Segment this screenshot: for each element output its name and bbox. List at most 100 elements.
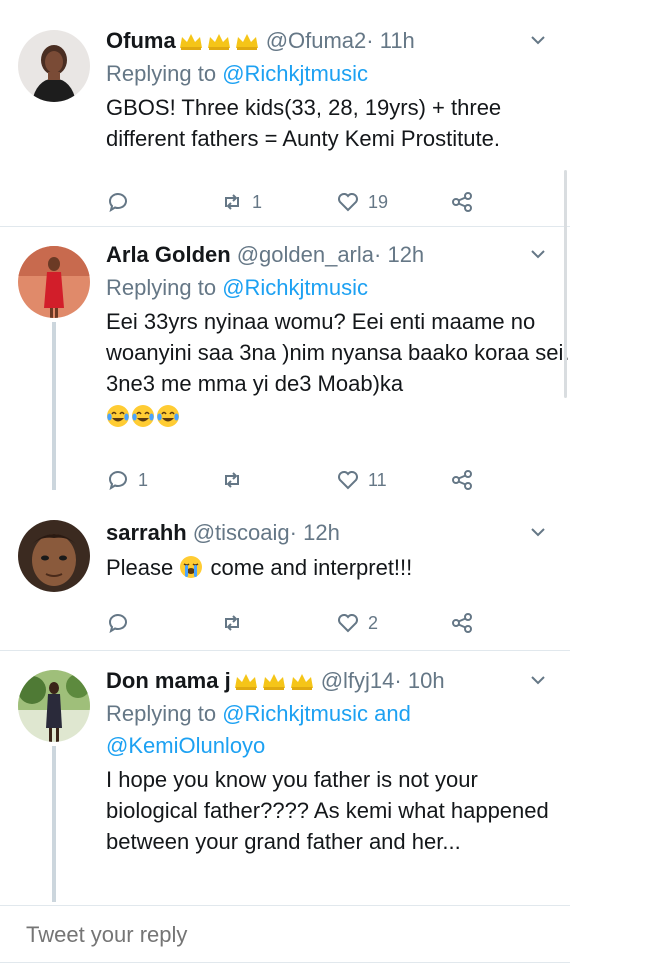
- tweet-actions: 2: [106, 608, 536, 638]
- heart-icon: [338, 471, 358, 490]
- mention-link[interactable]: @KemiOlunloyo: [106, 733, 265, 758]
- chevron-down-icon[interactable]: [526, 520, 550, 544]
- replying-to: Replying to @Richkjtmusic: [106, 58, 570, 90]
- replying-to: Replying to @Richkjtmusic and: [106, 698, 570, 730]
- tweet-content: Ofuma @Ofuma2 · 11h Replying to @Richkjt…: [106, 24, 570, 154]
- tweet-text-part: come and interpret!!!: [204, 555, 413, 580]
- tweet-header: Ofuma @Ofuma2 · 11h: [106, 24, 570, 58]
- divider: [0, 226, 570, 227]
- like-button[interactable]: 2: [336, 608, 378, 638]
- crown-icon: [262, 674, 285, 690]
- replying-prefix: Replying to: [106, 701, 223, 726]
- tweet-time[interactable]: · 10h: [394, 668, 444, 694]
- retweet-button[interactable]: [220, 465, 252, 495]
- tweet-text: Please come and interpret!!!: [106, 552, 570, 583]
- tweet-header: sarrahh @tiscoaig · 12h: [106, 516, 570, 550]
- tweet[interactable]: sarrahh @tiscoaig · 12h Please come and …: [0, 516, 570, 640]
- avatar[interactable]: [18, 246, 90, 318]
- badge-group: [178, 31, 260, 51]
- scroll-edge: [564, 170, 567, 398]
- tweet-header: Don mama j @lfyj14 · 10h: [106, 664, 570, 698]
- like-count: 11: [368, 469, 387, 490]
- like-button[interactable]: 11: [336, 465, 387, 495]
- display-name[interactable]: Don mama j: [106, 668, 231, 694]
- avatar[interactable]: [18, 30, 90, 102]
- reply-icon: [109, 614, 127, 634]
- retweet-button[interactable]: [220, 608, 252, 638]
- tweet-time[interactable]: · 12h: [290, 520, 340, 546]
- replying-and: and: [367, 701, 411, 726]
- mention-link[interactable]: @Richkjtmusic: [222, 701, 368, 726]
- crown-icon: [234, 674, 257, 690]
- retweet-button[interactable]: 1: [220, 187, 262, 217]
- tears-of-joy-emoji-icon: [107, 405, 129, 427]
- retweet-icon: [225, 615, 239, 631]
- chevron-down-icon[interactable]: [526, 668, 550, 692]
- tweet-text-part: Please: [106, 555, 180, 580]
- share-button[interactable]: [450, 608, 474, 638]
- loudly-crying-emoji-icon: [180, 556, 203, 578]
- emoji-row: [106, 401, 570, 432]
- tears-of-joy-emoji-icon: [157, 405, 179, 427]
- tweet[interactable]: Don mama j @lfyj14 · 10h Replying to @Ri…: [0, 664, 570, 904]
- crown-icon: [235, 34, 258, 50]
- tweet-text: Eei 33yrs nyinaa womu? Eei enti maame no…: [106, 309, 570, 396]
- tweet-content: Arla Golden @golden_arla · 12h Replying …: [106, 238, 570, 432]
- avatar[interactable]: [18, 520, 90, 592]
- tweet-actions: 1 11: [106, 465, 536, 495]
- display-name[interactable]: sarrahh: [106, 520, 187, 546]
- replying-to-2: @KemiOlunloyo: [106, 730, 570, 762]
- profile-photo-outdoor-icon: [18, 670, 90, 742]
- chevron-down-icon[interactable]: [526, 28, 550, 52]
- replying-to: Replying to @Richkjtmusic: [106, 272, 570, 304]
- display-name[interactable]: Arla Golden: [106, 242, 231, 268]
- mention-link[interactable]: @Richkjtmusic: [222, 61, 368, 86]
- tweet[interactable]: Ofuma @Ofuma2 · 11h Replying to @Richkjt…: [0, 24, 570, 224]
- user-handle[interactable]: @golden_arla: [237, 242, 374, 268]
- tears-of-joy-emoji-icon: [132, 405, 154, 427]
- reply-count: 1: [138, 469, 149, 490]
- tweet-text: I hope you know you father is not your b…: [106, 767, 549, 854]
- profile-photo-face-icon: [18, 520, 90, 592]
- heart-icon: [338, 193, 358, 212]
- user-handle[interactable]: @lfyj14: [321, 668, 395, 694]
- reply-icon: [109, 193, 127, 213]
- like-count: 19: [368, 191, 389, 212]
- avatar[interactable]: [18, 670, 90, 742]
- tweet-time[interactable]: · 12h: [374, 242, 424, 268]
- share-icon: [452, 192, 472, 212]
- crown-icon: [290, 674, 313, 690]
- mention-link[interactable]: @Richkjtmusic: [222, 275, 368, 300]
- reply-button[interactable]: 1: [106, 465, 148, 495]
- reply-button[interactable]: [106, 608, 138, 638]
- tweet-thread: Ofuma @Ofuma2 · 11h Replying to @Richkjt…: [0, 0, 650, 976]
- tweet-reply-input[interactable]: [26, 922, 526, 948]
- badge-group: [233, 671, 315, 691]
- side-margin: [570, 0, 650, 976]
- chevron-down-icon[interactable]: [526, 242, 550, 266]
- share-button[interactable]: [450, 465, 474, 495]
- share-icon: [452, 613, 472, 633]
- reply-button[interactable]: [106, 187, 138, 217]
- divider: [0, 650, 570, 651]
- retweet-icon: [225, 472, 239, 488]
- profile-photo-red-dress-icon: [18, 246, 90, 318]
- reply-composer: [0, 905, 570, 963]
- share-icon: [452, 470, 472, 490]
- tweet[interactable]: Arla Golden @golden_arla · 12h Replying …: [0, 238, 570, 500]
- tweet-actions: 1 19: [106, 187, 536, 217]
- user-handle[interactable]: @Ofuma2: [266, 28, 367, 54]
- share-button[interactable]: [450, 187, 474, 217]
- display-name[interactable]: Ofuma: [106, 28, 176, 54]
- user-handle[interactable]: @tiscoaig: [193, 520, 290, 546]
- crown-icon: [207, 34, 230, 50]
- crown-icon: [179, 34, 202, 50]
- tweet-header: Arla Golden @golden_arla · 12h: [106, 238, 570, 272]
- reply-icon: [109, 471, 127, 491]
- replying-prefix: Replying to: [106, 61, 223, 86]
- tweet-content: sarrahh @tiscoaig · 12h Please come and …: [106, 516, 570, 583]
- like-button[interactable]: 19: [336, 187, 388, 217]
- replying-prefix: Replying to: [106, 275, 223, 300]
- retweet-count: 1: [252, 191, 263, 212]
- tweet-time[interactable]: · 11h: [366, 28, 415, 54]
